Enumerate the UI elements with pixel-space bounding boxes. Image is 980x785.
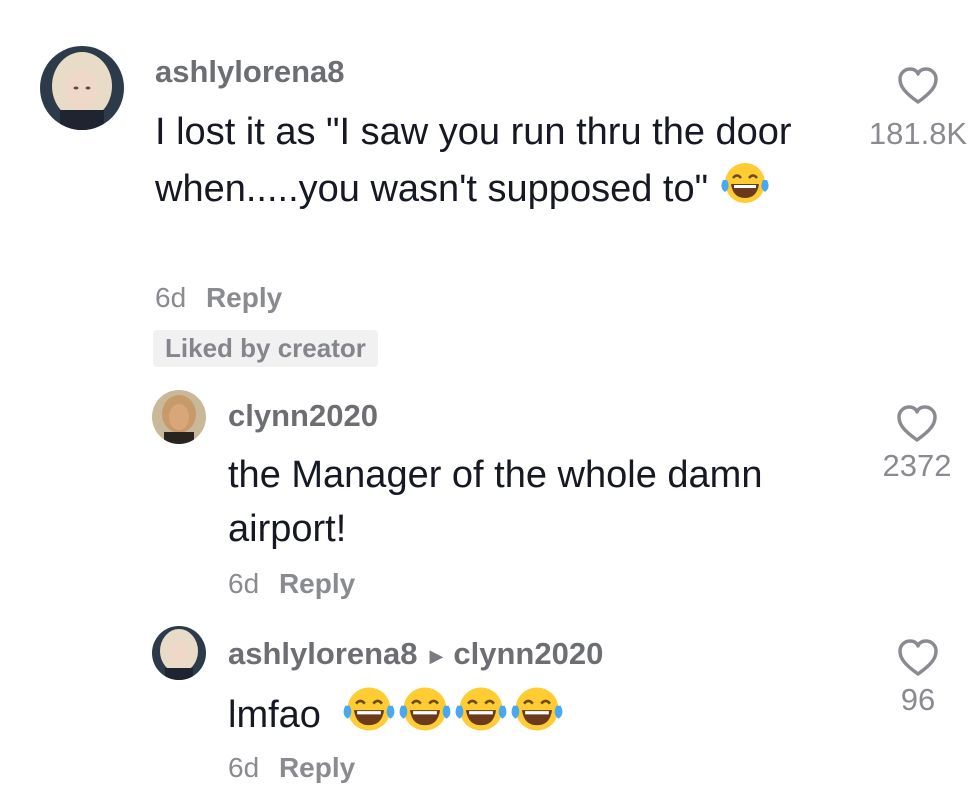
comment-username[interactable]: ashlylorena8 bbox=[155, 54, 345, 90]
comment-text: I lost it as "I saw you run thru the doo… bbox=[155, 104, 845, 222]
comment-meta: 6d Reply bbox=[228, 752, 355, 784]
face-with-tears-of-joy-icon bbox=[719, 160, 771, 222]
comment-username-link[interactable]: ashlylorena8 bbox=[228, 636, 418, 671]
face-with-tears-of-joy-icon bbox=[509, 684, 565, 750]
face-with-tears-of-joy-icon bbox=[453, 684, 509, 750]
comment-text-body: I lost it as "I saw you run thru the doo… bbox=[155, 111, 792, 211]
comment-text: lmfao bbox=[228, 684, 565, 750]
comment-meta: 6d Reply bbox=[155, 282, 282, 314]
reply-button[interactable]: Reply bbox=[279, 752, 355, 783]
like-button[interactable]: 96 bbox=[868, 638, 968, 718]
woman-blonde-avatar-icon bbox=[40, 46, 124, 130]
like-count: 2372 bbox=[882, 448, 952, 483]
face-with-tears-of-joy-icon bbox=[341, 684, 397, 750]
comment-date: 6d bbox=[228, 568, 260, 599]
like-button[interactable]: 181.8K bbox=[860, 66, 976, 152]
comment-meta: 6d Reply bbox=[228, 568, 355, 600]
reply-item: clynn2020 the Manager of the whole damn … bbox=[0, 380, 980, 610]
comment-username: ashlylorena8 ▶ clynn2020 bbox=[228, 636, 603, 672]
woman-blonde-avatar-icon bbox=[152, 626, 206, 680]
comment-item: ashlylorena8 I lost it as "I saw you run… bbox=[0, 0, 980, 380]
heart-outline-icon bbox=[898, 67, 938, 104]
comment-text: the Manager of the whole damn airport! bbox=[228, 454, 763, 550]
woman-tan-avatar-icon bbox=[152, 390, 206, 444]
reply-to-username[interactable]: clynn2020 bbox=[453, 636, 603, 671]
avatar[interactable] bbox=[152, 626, 206, 680]
avatar[interactable] bbox=[40, 46, 124, 130]
comment-date: 6d bbox=[155, 282, 187, 313]
comment-text-body: lmfao bbox=[228, 694, 321, 737]
heart-outline-icon bbox=[898, 639, 938, 676]
reply-item: ashlylorena8 ▶ clynn2020 lmfao 6d Reply 96 bbox=[0, 610, 980, 785]
avatar[interactable] bbox=[152, 390, 206, 444]
like-button[interactable]: 2372 bbox=[862, 404, 972, 484]
caret-right-icon: ▶ bbox=[429, 646, 444, 666]
comment-date: 6d bbox=[228, 752, 260, 783]
face-with-tears-of-joy-icon bbox=[397, 684, 453, 750]
liked-by-creator-badge: Liked by creator bbox=[153, 330, 378, 367]
like-count: 181.8K bbox=[868, 116, 968, 151]
like-count: 96 bbox=[900, 682, 936, 717]
comment-username[interactable]: clynn2020 bbox=[228, 398, 378, 434]
heart-outline-icon bbox=[897, 405, 937, 442]
reply-button[interactable]: Reply bbox=[279, 568, 355, 599]
reply-button[interactable]: Reply bbox=[206, 282, 282, 313]
